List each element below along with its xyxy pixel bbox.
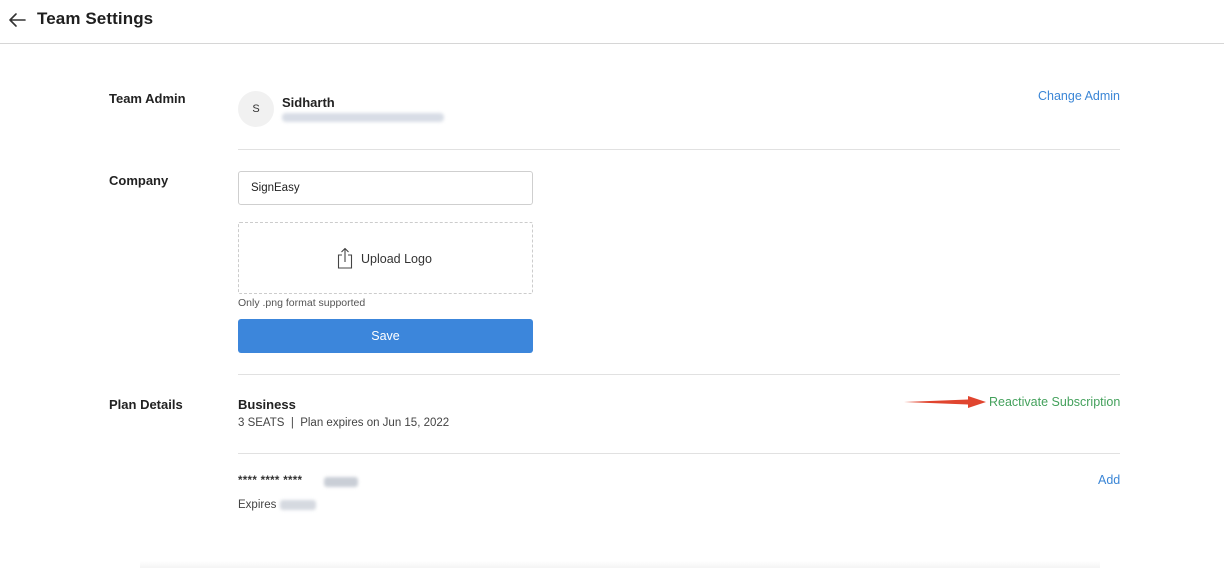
card-expiry-redacted	[280, 500, 316, 510]
plan-name: Business	[238, 397, 296, 412]
plan-details-label: Plan Details	[109, 397, 183, 412]
admin-email-redacted	[282, 113, 444, 122]
divider	[238, 453, 1120, 454]
company-name-input[interactable]	[238, 171, 533, 205]
team-admin-label: Team Admin	[109, 91, 186, 106]
upload-logo-dropzone[interactable]: Upload Logo	[238, 222, 533, 294]
share-upload-icon	[337, 247, 353, 269]
back-button[interactable]	[6, 9, 28, 31]
plan-meta: 3 SEATS | Plan expires on Jun 15, 2022	[238, 417, 450, 429]
company-label: Company	[109, 173, 169, 188]
annotation-arrow-icon	[904, 396, 986, 408]
divider	[238, 149, 1120, 150]
change-admin-link[interactable]: Change Admin	[1038, 89, 1120, 103]
reactivate-subscription-link[interactable]: Reactivate Subscription	[989, 395, 1120, 409]
divider	[238, 374, 1120, 375]
admin-name: Sidharth	[282, 95, 335, 110]
card-expiry-label: Expires	[238, 499, 277, 511]
page-title: Team Settings	[37, 9, 154, 28]
add-card-link[interactable]: Add	[1098, 473, 1120, 487]
upload-format-hint: Only .png format supported	[238, 297, 366, 309]
avatar: S	[238, 91, 274, 127]
top-bar: Team Settings	[0, 0, 1224, 44]
bottom-edge	[140, 561, 1100, 568]
arrow-left-icon	[9, 13, 26, 27]
upload-logo-label: Upload Logo	[361, 252, 432, 266]
save-button[interactable]: Save	[238, 319, 533, 353]
card-last-digits-redacted	[324, 477, 358, 487]
card-number-masked: **** **** ****	[238, 475, 303, 487]
